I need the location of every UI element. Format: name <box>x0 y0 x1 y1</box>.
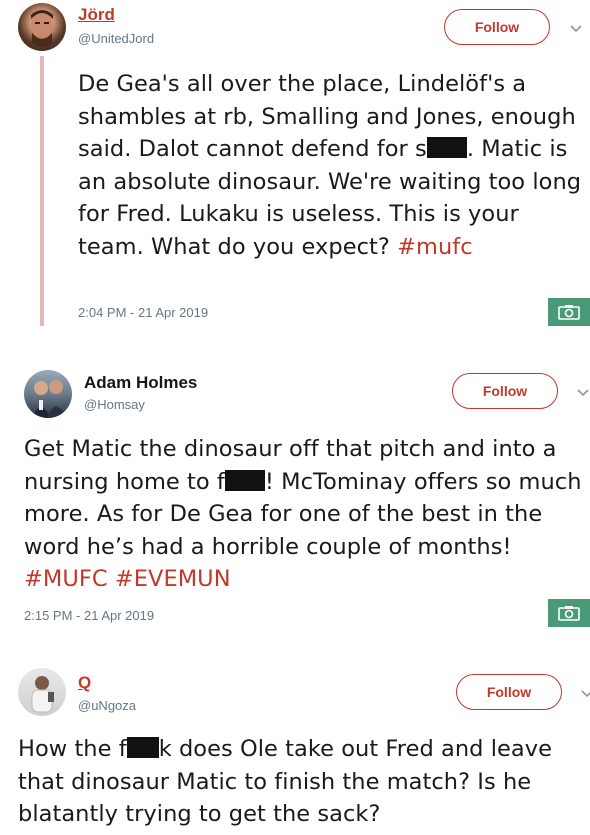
timestamp[interactable]: 2:15 PM - 21 Apr 2019 <box>24 608 154 623</box>
tweet-text: Get Matic the dinosaur off that pitch an… <box>24 436 582 592</box>
author-name[interactable]: Jörd <box>78 5 115 25</box>
camera-icon[interactable] <box>548 298 590 326</box>
avatar-image <box>32 380 66 418</box>
camera-icon[interactable] <box>548 599 590 627</box>
tweet-3: Q @uNgoza Follow How the fk does Ole tak… <box>0 645 590 835</box>
avatar[interactable] <box>24 370 72 418</box>
tweet-text: How the fk does Ole take out Fred and le… <box>18 736 552 827</box>
follow-button[interactable]: Follow <box>452 373 558 409</box>
avatar-image <box>31 676 54 713</box>
tweet-text: De Gea's all over the place, Lindelöf's … <box>78 71 582 260</box>
author-handle[interactable]: @Homsay <box>84 397 145 412</box>
tweet-2: Adam Holmes @Homsay Follow Get Matic the… <box>0 335 590 645</box>
author-name[interactable]: Q <box>78 673 91 693</box>
follow-button[interactable]: Follow <box>456 674 562 710</box>
author-name[interactable]: Adam Holmes <box>84 373 197 393</box>
avatar[interactable] <box>18 668 66 716</box>
avatar[interactable] <box>18 3 66 51</box>
hashtag-link[interactable]: #MUFC <box>24 566 108 592</box>
chevron-down-icon[interactable] <box>576 386 590 400</box>
redaction <box>224 469 265 491</box>
author-handle[interactable]: @UnitedJord <box>78 31 154 46</box>
timestamp[interactable]: 2:04 PM - 21 Apr 2019 <box>78 305 208 320</box>
hashtag-link[interactable]: #EVEMUN <box>115 566 231 592</box>
chevron-down-icon[interactable] <box>580 687 590 701</box>
tweet-1: Jörd @UnitedJord Follow De Gea's all ove… <box>0 0 590 335</box>
redaction <box>426 137 467 158</box>
author-handle[interactable]: @uNgoza <box>78 698 136 713</box>
chevron-down-icon[interactable] <box>569 22 583 36</box>
avatar-image <box>31 10 53 47</box>
thread-line <box>40 56 44 326</box>
follow-button[interactable]: Follow <box>444 9 550 45</box>
redaction <box>126 737 159 758</box>
hashtag-link[interactable]: #mufc <box>397 234 473 260</box>
